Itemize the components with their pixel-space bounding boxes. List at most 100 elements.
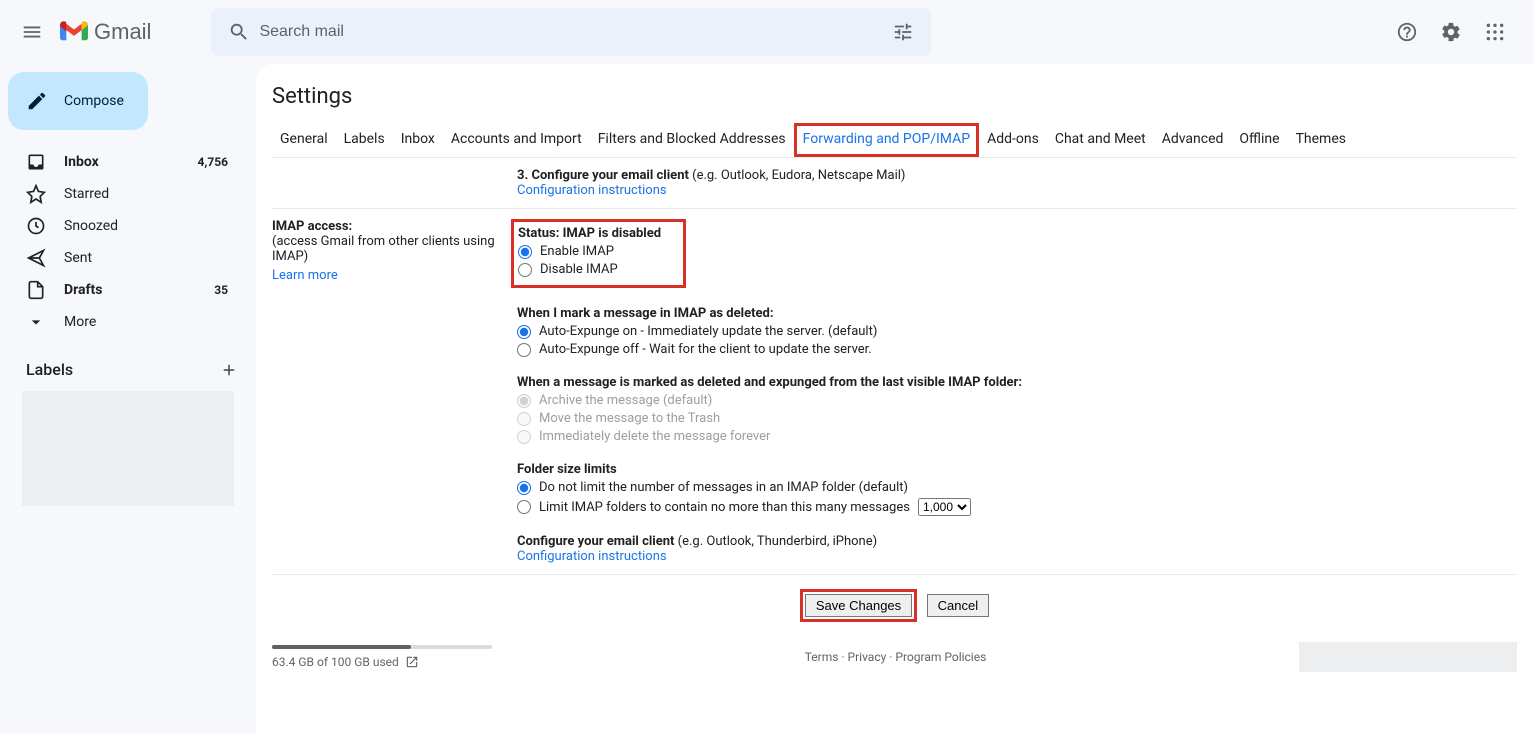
pop-config-link[interactable]: Configuration instructions xyxy=(517,183,667,198)
folder-limit-select[interactable]: 1,000 xyxy=(918,498,971,516)
gmail-icon xyxy=(60,21,88,43)
imap-config-bold: Configure your email client xyxy=(517,534,674,549)
sidebar-item-label: Starred xyxy=(64,186,228,202)
sidebar-item-label: More xyxy=(64,314,228,330)
labels-header: Labels xyxy=(0,360,256,379)
sidebar-item-label: Drafts xyxy=(64,282,214,298)
expunge-title: When I mark a message in IMAP as deleted… xyxy=(517,306,1517,321)
sidebar-item-starred[interactable]: Starred xyxy=(0,178,240,210)
search-input[interactable] xyxy=(259,23,883,41)
folder-limit-radio[interactable] xyxy=(517,500,531,514)
pop-section-tail: 3. Configure your email client (e.g. Out… xyxy=(272,158,1517,209)
compose-button[interactable]: Compose xyxy=(8,72,148,130)
footer: 63.4 GB of 100 GB used Terms · Privacy ·… xyxy=(272,642,1517,682)
tab-general[interactable]: General xyxy=(272,123,336,157)
open-in-new-icon[interactable] xyxy=(405,655,419,669)
add-label-button[interactable] xyxy=(220,361,238,379)
sidebar: Compose Inbox 4,756 Starred Snoozed Sent xyxy=(0,64,256,733)
imap-status-box: Status: IMAP is disabled Enable IMAP Dis… xyxy=(511,219,686,288)
search-options-button[interactable] xyxy=(883,12,923,52)
tab-addons[interactable]: Add-ons xyxy=(979,123,1047,157)
inbox-count: 4,756 xyxy=(198,155,229,169)
main-menu-button[interactable] xyxy=(8,8,56,56)
imap-section: IMAP access: (access Gmail from other cl… xyxy=(272,209,1517,575)
settings-tabs: General Labels Inbox Accounts and Import… xyxy=(272,123,1517,158)
deleted-delete-radio xyxy=(517,430,531,444)
footer-placeholder xyxy=(1299,642,1517,672)
settings-button[interactable] xyxy=(1431,12,1471,52)
page-title: Settings xyxy=(272,84,1517,109)
apps-icon xyxy=(1485,22,1505,42)
expunge-on-radio[interactable] xyxy=(517,325,531,339)
footer-terms-link[interactable]: Terms xyxy=(805,650,839,664)
tune-icon xyxy=(892,21,914,43)
sidebar-item-inbox[interactable]: Inbox 4,756 xyxy=(0,146,240,178)
support-button[interactable] xyxy=(1387,12,1427,52)
save-changes-button[interactable]: Save Changes xyxy=(805,594,912,617)
deleted-archive-radio xyxy=(517,394,531,408)
sidebar-item-snoozed[interactable]: Snoozed xyxy=(0,210,240,242)
tab-chat[interactable]: Chat and Meet xyxy=(1047,123,1154,157)
enable-imap-radio[interactable] xyxy=(518,245,532,259)
folder-limit-label[interactable]: Limit IMAP folders to contain no more th… xyxy=(539,500,910,515)
send-icon xyxy=(26,248,46,268)
deleted-delete-label: Immediately delete the message forever xyxy=(539,429,770,444)
gear-icon xyxy=(1440,21,1462,43)
footer-policies-link[interactable]: Program Policies xyxy=(895,650,986,664)
header-actions xyxy=(1387,12,1525,52)
enable-imap-label[interactable]: Enable IMAP xyxy=(540,244,614,259)
search-button[interactable] xyxy=(219,12,259,52)
sidebar-item-label: Snoozed xyxy=(64,218,228,234)
gmail-logo[interactable]: Gmail xyxy=(60,19,151,45)
expunge-off-radio[interactable] xyxy=(517,343,531,357)
sidebar-item-drafts[interactable]: Drafts 35 xyxy=(0,274,240,306)
sidebar-item-label: Inbox xyxy=(64,154,198,170)
main-content: Settings General Labels Inbox Accounts a… xyxy=(256,64,1533,733)
tab-filters[interactable]: Filters and Blocked Addresses xyxy=(590,123,794,157)
sidebar-item-sent[interactable]: Sent xyxy=(0,242,240,274)
deleted-archive-label: Archive the message (default) xyxy=(539,393,712,408)
tab-advanced[interactable]: Advanced xyxy=(1154,123,1232,157)
tab-inbox[interactable]: Inbox xyxy=(393,123,443,157)
clock-icon xyxy=(26,216,46,236)
plus-icon xyxy=(220,361,238,379)
sidebar-item-more[interactable]: More xyxy=(0,306,240,338)
pencil-icon xyxy=(26,90,48,112)
storage-bar[interactable] xyxy=(272,645,492,649)
cancel-button[interactable]: Cancel xyxy=(927,594,989,617)
disable-imap-label[interactable]: Disable IMAP xyxy=(540,262,618,277)
help-icon xyxy=(1396,21,1418,43)
expunge-on-label[interactable]: Auto-Expunge on - Immediately update the… xyxy=(539,324,877,339)
footer-privacy-link[interactable]: Privacy xyxy=(848,650,887,664)
tab-offline[interactable]: Offline xyxy=(1231,123,1287,157)
tab-accounts[interactable]: Accounts and Import xyxy=(443,123,590,157)
labels-title: Labels xyxy=(26,360,73,379)
apps-button[interactable] xyxy=(1475,12,1515,52)
action-row: Save Changes Cancel xyxy=(272,575,1517,642)
search-bar[interactable] xyxy=(211,8,931,56)
label-placeholder xyxy=(22,391,234,506)
storage-text: 63.4 GB of 100 GB used xyxy=(272,655,399,669)
folder-limits-title: Folder size limits xyxy=(517,462,1517,477)
imap-learn-more-link[interactable]: Learn more xyxy=(272,268,338,283)
imap-config-link[interactable]: Configuration instructions xyxy=(517,549,667,564)
file-icon xyxy=(26,280,46,300)
sidebar-item-label: Sent xyxy=(64,250,228,266)
disable-imap-radio[interactable] xyxy=(518,263,532,277)
gmail-logo-text: Gmail xyxy=(94,19,151,45)
folder-nolimit-radio[interactable] xyxy=(517,481,531,495)
deleted-trash-radio xyxy=(517,412,531,426)
imap-config-rest: (e.g. Outlook, Thunderbird, iPhone) xyxy=(674,534,877,549)
hamburger-icon xyxy=(21,21,43,43)
tab-labels[interactable]: Labels xyxy=(336,123,393,157)
pop-step3-rest: (e.g. Outlook, Eudora, Netscape Mail) xyxy=(689,168,906,183)
expunge-off-label[interactable]: Auto-Expunge off - Wait for the client t… xyxy=(539,342,872,357)
star-icon xyxy=(26,184,46,204)
imap-section-desc: (access Gmail from other clients using I… xyxy=(272,234,517,264)
inbox-icon xyxy=(26,152,46,172)
tab-forwarding[interactable]: Forwarding and POP/IMAP xyxy=(794,123,979,157)
folder-nolimit-label[interactable]: Do not limit the number of messages in a… xyxy=(539,480,908,495)
tab-themes[interactable]: Themes xyxy=(1288,123,1354,157)
imap-status-label: Status: IMAP is disabled xyxy=(518,226,661,241)
pop-step3-bold: 3. Configure your email client xyxy=(517,168,689,183)
